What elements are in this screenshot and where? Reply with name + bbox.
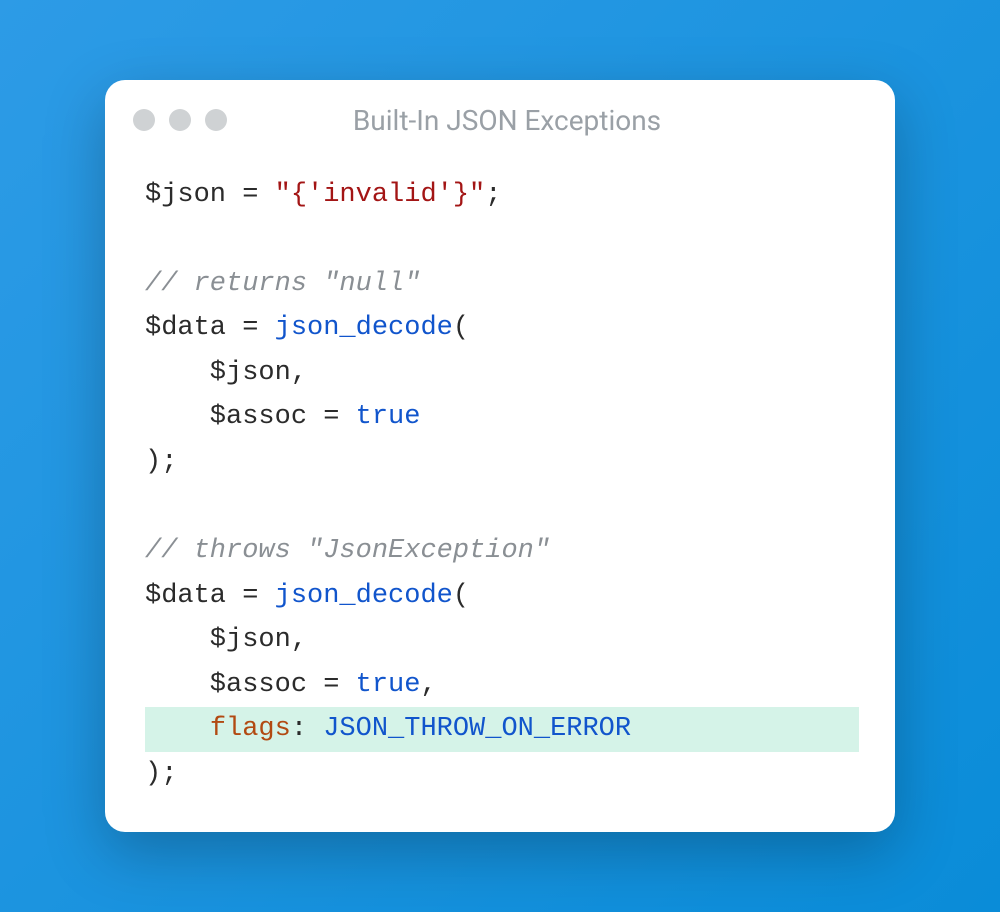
code-token: $json [145,180,242,210]
code-line: $json, [145,625,307,655]
code-token: json_decode [275,581,453,611]
code-token: ); [145,759,177,789]
code-token: true [356,402,421,432]
code-line: // returns "null" [145,269,420,299]
code-token [145,714,210,744]
code-token: = [323,670,339,700]
code-token [258,313,274,343]
code-token: = [242,581,258,611]
code-token: = [323,402,339,432]
code-token: = [242,313,258,343]
code-token [258,180,274,210]
code-token: $assoc [145,670,323,700]
code-line: // throws "JsonException" [145,536,550,566]
code-token: = [242,180,258,210]
code-line: ); [145,759,177,789]
code-token [258,581,274,611]
code-token: $assoc [145,402,323,432]
code-line [145,492,161,522]
code-token [145,224,161,254]
code-token: , [420,670,436,700]
code-line: $json = "{'invalid'}"; [145,180,501,210]
code-token: ( [453,313,469,343]
code-token: $json, [145,358,307,388]
code-window: Built-In JSON Exceptions $json = "{'inva… [105,80,895,833]
code-line [145,224,161,254]
code-token: : [291,714,323,744]
code-token: $data [145,313,242,343]
code-token: true [356,670,421,700]
code-line: ); [145,447,177,477]
code-area: $json = "{'invalid'}"; // returns "null"… [105,145,895,807]
code-token: $data [145,581,242,611]
code-token: flags [210,714,291,744]
code-line: $json, [145,358,307,388]
highlighted-line: flags: JSON_THROW_ON_ERROR [145,707,859,752]
code-token [145,492,161,522]
code-token: // throws "JsonException" [145,536,550,566]
code-line: $assoc = true [145,402,420,432]
code-token: ); [145,447,177,477]
code-token: ; [485,180,501,210]
code-token: "{'invalid'}" [275,180,486,210]
code-token: // returns "null" [145,269,420,299]
window-titlebar: Built-In JSON Exceptions [105,80,895,145]
code-token [339,402,355,432]
code-token: ( [453,581,469,611]
window-title: Built-In JSON Exceptions [147,104,867,137]
code-token: $json, [145,625,307,655]
code-token [339,670,355,700]
code-line: $data = json_decode( [145,313,469,343]
code-block: $json = "{'invalid'}"; // returns "null"… [145,173,859,797]
code-token: JSON_THROW_ON_ERROR [323,714,631,744]
code-line: $data = json_decode( [145,581,469,611]
code-line: $assoc = true, [145,670,437,700]
code-token: json_decode [275,313,453,343]
